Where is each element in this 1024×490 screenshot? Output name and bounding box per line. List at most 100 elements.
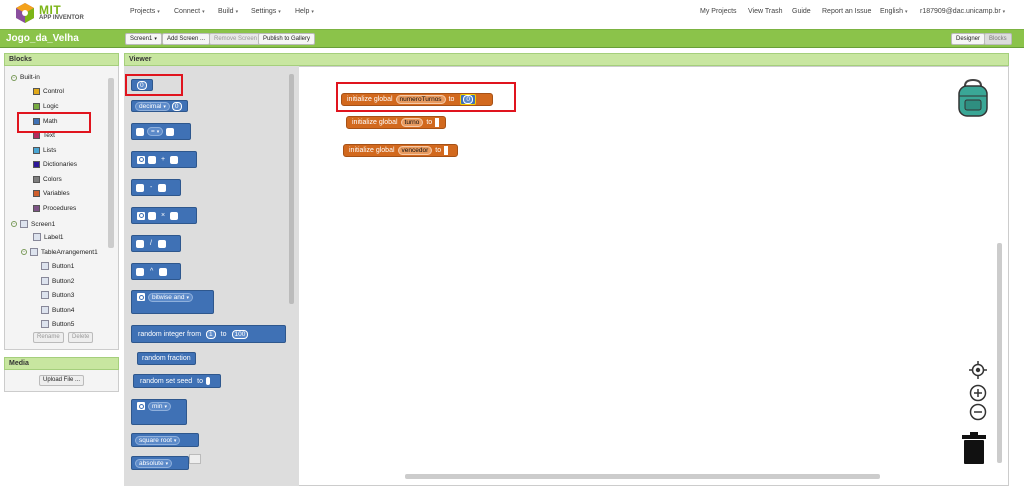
link-report-issue[interactable]: Report an Issue (822, 8, 871, 15)
trash-icon[interactable] (961, 432, 987, 464)
language-select[interactable]: English ▾ (880, 8, 907, 15)
account-menu[interactable]: r187909@dac.unicamp.br ▾ (920, 8, 1005, 15)
collapse-icon[interactable]: − (11, 74, 17, 81)
compare-block[interactable]: = ▾ (131, 123, 191, 140)
colors-color-swatch (33, 176, 40, 183)
logo-subtext: APP INVENTOR (39, 15, 84, 21)
subtract-block[interactable]: - (131, 179, 181, 196)
blocks-panel-header: Blocks (4, 53, 119, 66)
control-color-swatch (33, 88, 40, 95)
bitwise-block[interactable]: bitwise and ▾ (131, 290, 214, 314)
caret-down-icon: ▾ (154, 36, 157, 42)
add-block[interactable]: + (131, 151, 197, 168)
blocks-button[interactable]: Blocks (984, 33, 1012, 45)
mutator-gear-icon[interactable] (137, 211, 145, 220)
tree-tablearrangement1[interactable]: − TableArrangement1 (21, 248, 98, 256)
tree-screen1[interactable]: − Screen1 (11, 220, 55, 228)
top-nav: MIT APP INVENTOR Projects ▾ Connect ▾ Buil… (0, 0, 1024, 26)
flyout-scrollbar[interactable] (289, 74, 294, 304)
tree-item-lists[interactable]: Lists (33, 147, 56, 154)
highlight-numeroturnos-block (336, 82, 516, 112)
rename-button[interactable]: Rename (33, 332, 64, 343)
procedures-color-swatch (33, 205, 40, 212)
workspace-horizontal-scrollbar[interactable] (405, 474, 880, 479)
add-screen-button[interactable]: Add Screen ... (162, 33, 211, 45)
app-logo[interactable]: MIT APP INVENTOR (14, 2, 124, 24)
mutator-gear-icon[interactable] (137, 402, 145, 410)
tree-item-colors[interactable]: Colors (33, 176, 62, 183)
caret-down-icon: ▾ (278, 9, 281, 15)
menu-connect[interactable]: Connect ▾ (174, 8, 205, 15)
button-icon (41, 262, 49, 270)
caret-down-icon: ▾ (1002, 9, 1006, 15)
min-block[interactable]: min ▾ (131, 399, 187, 425)
link-guide[interactable]: Guide (792, 8, 811, 15)
collapse-icon[interactable]: − (11, 221, 17, 227)
menu-projects[interactable]: Projects ▾ (130, 8, 160, 15)
recenter-icon[interactable] (969, 361, 987, 379)
zoom-out-icon[interactable] (969, 403, 987, 421)
caret-down-icon: ▾ (904, 9, 908, 15)
tree-item-control[interactable]: Control (33, 88, 64, 95)
zoom-in-icon[interactable] (969, 384, 987, 402)
random-fraction-block[interactable]: random fraction (137, 352, 196, 365)
tree-builtin[interactable]: − Built-in (11, 74, 40, 81)
caret-down-icon: ▾ (173, 437, 177, 444)
lists-color-swatch (33, 147, 40, 154)
power-block[interactable]: ^ (131, 263, 181, 280)
tree-item-procedures[interactable]: Procedures (33, 205, 76, 212)
screen-select[interactable]: Screen1 ▾ (125, 33, 162, 45)
absolute-ghost-slot (189, 454, 201, 464)
random-integer-block[interactable]: random integer from 1 to 100 (131, 325, 286, 343)
random-seed-block[interactable]: random set seed to (133, 374, 221, 388)
collapse-icon[interactable]: − (21, 249, 27, 255)
viewer-header: Viewer (124, 53, 1009, 66)
tree-button2[interactable]: Button2 (41, 277, 74, 285)
caret-down-icon: ▾ (165, 460, 169, 467)
tree-button4[interactable]: Button4 (41, 306, 74, 314)
tree-item-text[interactable]: Text (33, 132, 55, 139)
app-inventor-logo-icon (16, 3, 34, 23)
link-my-projects[interactable]: My Projects (700, 8, 737, 15)
link-view-trash[interactable]: View Trash (748, 8, 783, 15)
variables-color-swatch (33, 190, 40, 197)
multiply-block[interactable]: × (131, 207, 197, 224)
absolute-block[interactable]: absolute ▾ (131, 456, 189, 470)
caret-down-icon: ▾ (156, 129, 160, 135)
upload-file-button[interactable]: Upload File ... (39, 375, 85, 386)
divide-block[interactable]: / (131, 235, 181, 252)
blocks-tree-scrollbar[interactable] (108, 78, 114, 248)
designer-button[interactable]: Designer (951, 33, 986, 45)
media-panel: Upload File ... (4, 370, 119, 392)
button-icon (41, 277, 49, 285)
init-global-turno-block[interactable]: initialize global turno to (346, 116, 446, 129)
tree-item-logic[interactable]: Logic (33, 103, 59, 110)
menu-settings[interactable]: Settings ▾ (251, 8, 281, 15)
tree-button3[interactable]: Button3 (41, 291, 74, 299)
tree-button5[interactable]: Button5 (41, 320, 74, 328)
logic-color-swatch (33, 103, 40, 110)
tree-label1[interactable]: Label1 (33, 233, 64, 241)
caret-down-icon: ▾ (163, 103, 166, 110)
dictionaries-color-swatch (33, 161, 40, 168)
mutator-gear-icon[interactable] (137, 155, 145, 164)
project-name: Jogo_da_Velha (6, 33, 79, 44)
init-global-vencedor-block[interactable]: initialize global vencedor to (343, 144, 458, 157)
caret-down-icon: ▾ (202, 9, 205, 15)
caret-down-icon: ▾ (311, 9, 314, 15)
menu-build[interactable]: Build ▾ (218, 8, 238, 15)
decimal-block[interactable]: decimal ▾ 0 (131, 100, 188, 112)
delete-button[interactable]: Delete (68, 332, 94, 343)
tree-item-dictionaries[interactable]: Dictionaries (33, 161, 77, 168)
remove-screen-button[interactable]: Remove Screen (209, 33, 263, 45)
publish-gallery-button[interactable]: Publish to Gallery (258, 33, 316, 45)
highlight-number-block (125, 74, 183, 96)
tree-button1[interactable]: Button1 (41, 262, 74, 270)
mutator-gear-icon[interactable] (137, 293, 145, 301)
workspace-vertical-scrollbar[interactable] (997, 243, 1002, 463)
tree-item-variables[interactable]: Variables (33, 190, 70, 197)
screen-icon (20, 220, 28, 228)
square-root-block[interactable]: square root ▾ (131, 433, 199, 447)
menu-help[interactable]: Help ▾ (295, 8, 314, 15)
backpack-icon[interactable] (954, 78, 992, 118)
